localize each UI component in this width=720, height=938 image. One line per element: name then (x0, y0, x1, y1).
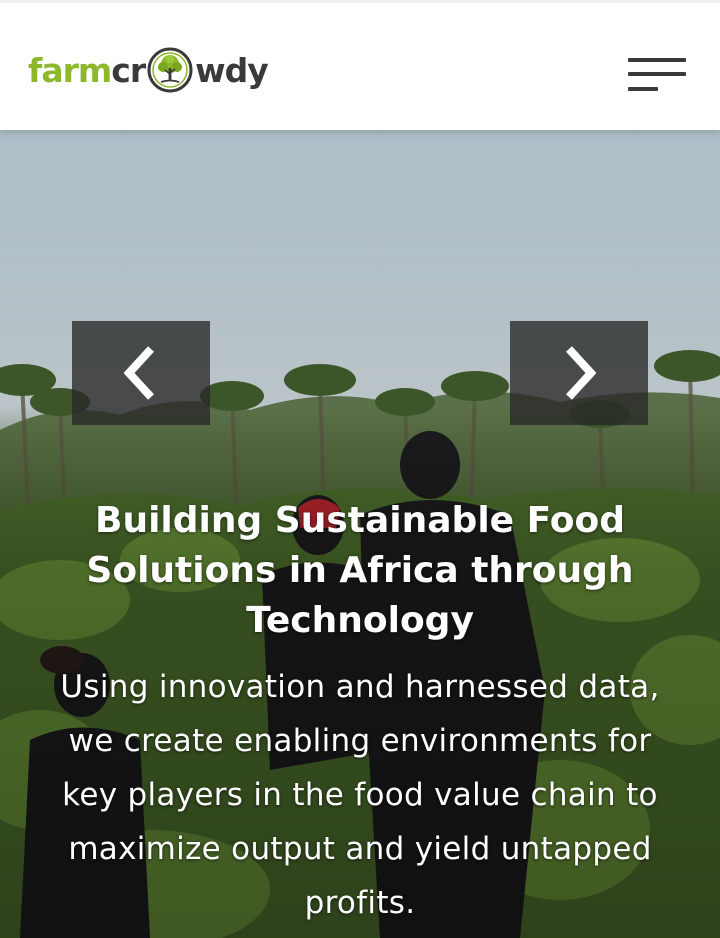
chevron-right-icon (566, 346, 597, 400)
chevron-left-icon (123, 346, 154, 400)
slider-next-button[interactable] (510, 321, 648, 425)
hero-title: Building Sustainable Food Solutions in A… (86, 500, 634, 641)
logo-text-farm: farm (28, 50, 112, 90)
logo-text-cr: cr (111, 50, 146, 90)
site-header: farm cr wdy (0, 0, 720, 130)
menu-line (628, 87, 658, 91)
logo-text-wdy: wdy (195, 50, 269, 90)
hero-slider: Building Sustainable Food Solutions in A… (0, 130, 720, 938)
tree-icon (147, 47, 193, 93)
hero-subtitle: Using innovation and harnessed data, we … (60, 669, 660, 921)
menu-line (628, 58, 686, 62)
slider-prev-button[interactable] (72, 321, 210, 425)
menu-line (628, 72, 686, 76)
hamburger-menu-icon[interactable] (624, 55, 686, 97)
farmcrowdy-logo[interactable]: farm cr wdy (28, 43, 269, 97)
